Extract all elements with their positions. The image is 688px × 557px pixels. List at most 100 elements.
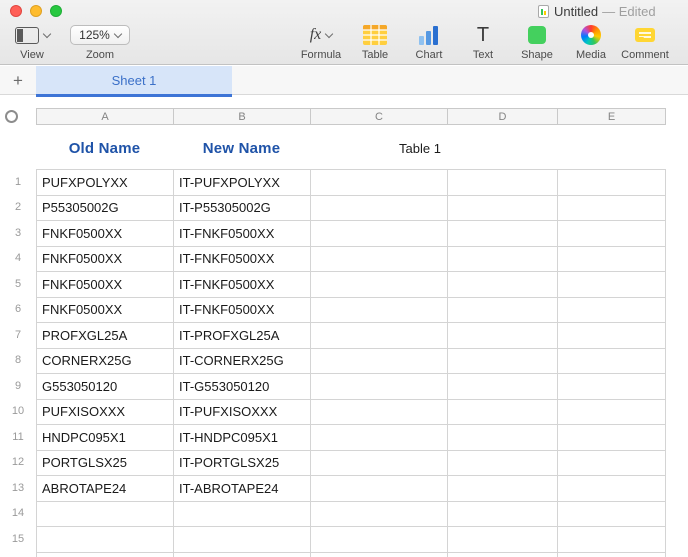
row-header-15[interactable]: 15 bbox=[0, 526, 36, 552]
cell-C12[interactable] bbox=[311, 451, 448, 477]
text-button[interactable]: T Text bbox=[456, 24, 510, 61]
cell-A7[interactable]: PROFXGL25A bbox=[37, 323, 174, 349]
tab-sheet-1[interactable]: Sheet 1 bbox=[36, 66, 232, 95]
cell-B10[interactable]: IT-PUFXISOXXX bbox=[174, 400, 311, 426]
row-header-1[interactable]: 1 bbox=[0, 169, 36, 195]
row-header-9[interactable]: 9 bbox=[0, 373, 36, 399]
cell-B4[interactable]: IT-FNKF0500XX bbox=[174, 247, 311, 273]
column-header-B[interactable]: B bbox=[174, 108, 311, 125]
cell-A13[interactable]: ABROTAPE24 bbox=[37, 476, 174, 502]
cell-B12[interactable]: IT-PORTGLSX25 bbox=[174, 451, 311, 477]
table-title[interactable]: Table 1 bbox=[399, 133, 441, 163]
table-handle-icon[interactable] bbox=[5, 110, 18, 123]
cell-E1[interactable] bbox=[558, 170, 666, 196]
cell-A3[interactable]: FNKF0500XX bbox=[37, 221, 174, 247]
row-header-7[interactable]: 7 bbox=[0, 322, 36, 348]
cell-A11[interactable]: HNDPC095X1 bbox=[37, 425, 174, 451]
close-button[interactable] bbox=[10, 5, 22, 17]
row-header-12[interactable]: 12 bbox=[0, 450, 36, 476]
add-sheet-button[interactable]: + bbox=[0, 66, 36, 95]
cell-E15[interactable] bbox=[558, 527, 666, 553]
cell-D11[interactable] bbox=[448, 425, 558, 451]
cell-B5[interactable]: IT-FNKF0500XX bbox=[174, 272, 311, 298]
cell-C16[interactable] bbox=[311, 553, 448, 557]
cell-B13[interactable]: IT-ABROTAPE24 bbox=[174, 476, 311, 502]
cell-E3[interactable] bbox=[558, 221, 666, 247]
column-header-A[interactable]: A bbox=[37, 108, 174, 125]
row-header-11[interactable]: 11 bbox=[0, 424, 36, 450]
cell-B3[interactable]: IT-FNKF0500XX bbox=[174, 221, 311, 247]
media-button[interactable]: Media bbox=[564, 24, 618, 61]
cell-B15[interactable] bbox=[174, 527, 311, 553]
cell-C15[interactable] bbox=[311, 527, 448, 553]
cell-D13[interactable] bbox=[448, 476, 558, 502]
cell-D2[interactable] bbox=[448, 196, 558, 222]
cell-C11[interactable] bbox=[311, 425, 448, 451]
row-header-5[interactable]: 5 bbox=[0, 271, 36, 297]
cell-E5[interactable] bbox=[558, 272, 666, 298]
cell-C9[interactable] bbox=[311, 374, 448, 400]
cell-E12[interactable] bbox=[558, 451, 666, 477]
cell-D8[interactable] bbox=[448, 349, 558, 375]
shape-button[interactable]: Shape bbox=[510, 24, 564, 61]
cell-B14[interactable] bbox=[174, 502, 311, 528]
cell-E10[interactable] bbox=[558, 400, 666, 426]
cell-C13[interactable] bbox=[311, 476, 448, 502]
comment-button[interactable]: Comment bbox=[618, 24, 672, 61]
cell-A10[interactable]: PUFXISOXXX bbox=[37, 400, 174, 426]
cell-D4[interactable] bbox=[448, 247, 558, 273]
cell-C8[interactable] bbox=[311, 349, 448, 375]
row-header-3[interactable]: 3 bbox=[0, 220, 36, 246]
row-header-6[interactable]: 6 bbox=[0, 297, 36, 323]
minimize-button[interactable] bbox=[30, 5, 42, 17]
column-header-C[interactable]: C bbox=[311, 108, 448, 125]
cell-E11[interactable] bbox=[558, 425, 666, 451]
column-header-D[interactable]: D bbox=[448, 108, 558, 125]
cell-E4[interactable] bbox=[558, 247, 666, 273]
cell-A6[interactable]: FNKF0500XX bbox=[37, 298, 174, 324]
cell-B11[interactable]: IT-HNDPC095X1 bbox=[174, 425, 311, 451]
cell-C1[interactable] bbox=[311, 170, 448, 196]
cell-A12[interactable]: PORTGLSX25 bbox=[37, 451, 174, 477]
table-button[interactable]: Table bbox=[348, 24, 402, 61]
row-header-14[interactable]: 14 bbox=[0, 501, 36, 527]
cell-C3[interactable] bbox=[311, 221, 448, 247]
cell-B16[interactable] bbox=[174, 553, 311, 557]
row-header-4[interactable]: 4 bbox=[0, 246, 36, 272]
cell-D10[interactable] bbox=[448, 400, 558, 426]
cell-D5[interactable] bbox=[448, 272, 558, 298]
cell-D3[interactable] bbox=[448, 221, 558, 247]
cell-C6[interactable] bbox=[311, 298, 448, 324]
cell-A5[interactable]: FNKF0500XX bbox=[37, 272, 174, 298]
cell-B7[interactable]: IT-PROFXGL25A bbox=[174, 323, 311, 349]
cell-B2[interactable]: IT-P55305002G bbox=[174, 196, 311, 222]
header-cell-new-name[interactable]: New Name bbox=[173, 133, 310, 163]
cell-E8[interactable] bbox=[558, 349, 666, 375]
fullscreen-button[interactable] bbox=[50, 5, 62, 17]
cell-A2[interactable]: P55305002G bbox=[37, 196, 174, 222]
cell-C4[interactable] bbox=[311, 247, 448, 273]
cell-C14[interactable] bbox=[311, 502, 448, 528]
cell-D9[interactable] bbox=[448, 374, 558, 400]
cell-D12[interactable] bbox=[448, 451, 558, 477]
cell-A9[interactable]: G553050120 bbox=[37, 374, 174, 400]
cell-E6[interactable] bbox=[558, 298, 666, 324]
header-cell-old-name[interactable]: Old Name bbox=[36, 133, 173, 163]
cell-B1[interactable]: IT-PUFXPOLYXX bbox=[174, 170, 311, 196]
row-header-2[interactable]: 2 bbox=[0, 195, 36, 221]
cell-A15[interactable] bbox=[37, 527, 174, 553]
row-header-8[interactable]: 8 bbox=[0, 348, 36, 374]
cell-E16[interactable] bbox=[558, 553, 666, 557]
cell-A16[interactable] bbox=[37, 553, 174, 557]
cell-C7[interactable] bbox=[311, 323, 448, 349]
cell-C10[interactable] bbox=[311, 400, 448, 426]
cell-D15[interactable] bbox=[448, 527, 558, 553]
cell-C2[interactable] bbox=[311, 196, 448, 222]
view-button[interactable]: View bbox=[8, 24, 56, 61]
cell-A14[interactable] bbox=[37, 502, 174, 528]
cell-A8[interactable]: CORNERX25G bbox=[37, 349, 174, 375]
cell-D14[interactable] bbox=[448, 502, 558, 528]
cell-B8[interactable]: IT-CORNERX25G bbox=[174, 349, 311, 375]
row-header-10[interactable]: 10 bbox=[0, 399, 36, 425]
cell-E9[interactable] bbox=[558, 374, 666, 400]
